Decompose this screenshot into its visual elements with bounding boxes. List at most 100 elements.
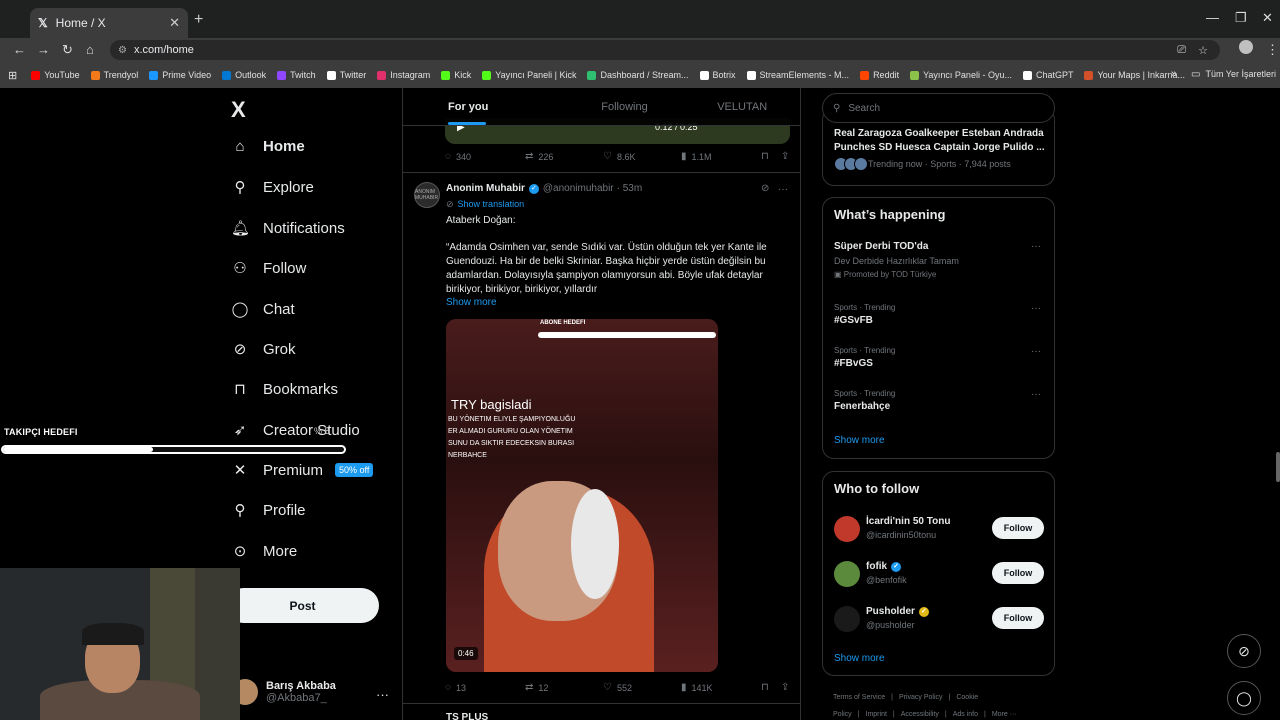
bookmark-item[interactable]: Reddit [860, 70, 899, 80]
trend-item[interactable]: Süper Derbi TOD'da Dev Derbide Hazırlıkl… [834, 241, 1049, 279]
tweet-more-icon[interactable]: ··· [778, 184, 788, 195]
views-button[interactable]: ▮ 141K [681, 682, 761, 693]
star-icon[interactable]: ☆ [1198, 44, 1208, 57]
views-button[interactable]: ▮ 1.1M [681, 151, 761, 162]
show-more-trends[interactable]: Show more [834, 435, 885, 446]
tab-for-you[interactable]: For you [403, 88, 566, 125]
bookmark-item[interactable]: ChatGPT [1022, 70, 1073, 80]
forward-icon[interactable]: → [37, 42, 50, 57]
tweet-video[interactable]: ABONE HEDEFI TRY bagisladi BU YÖNETIM EL… [446, 319, 718, 672]
follow-button[interactable]: Follow [992, 607, 1044, 629]
account-more-icon[interactable]: ··· [376, 687, 389, 702]
browser-tab[interactable]: 𝕏 Home / X ✕ [30, 8, 188, 38]
reload-icon[interactable]: ↻ [62, 42, 73, 58]
bookmark-item[interactable]: Twitch [277, 70, 316, 80]
bookmark-item[interactable]: Outlook [222, 70, 266, 80]
trend-more-icon[interactable]: ··· [1031, 303, 1041, 314]
bookmark-item[interactable]: Kick [441, 70, 471, 80]
avatar[interactable] [834, 516, 860, 542]
sidebar-item-profile[interactable]: ⚲ Profile [231, 501, 306, 520]
footer-link[interactable]: Privacy Policy [899, 694, 943, 701]
repost-button[interactable]: ⇄ 12 [525, 682, 603, 693]
tab-following[interactable]: Following [566, 88, 684, 125]
share-button[interactable]: ⇪ [781, 682, 794, 693]
messages-fab-icon[interactable]: ◯ [1227, 681, 1261, 715]
bookmark-item[interactable]: Dashboard / Stream... [587, 70, 689, 80]
restore-icon[interactable]: ❐ [1235, 10, 1247, 26]
repost-button[interactable]: ⇄ 226 [525, 151, 603, 162]
search-input[interactable]: ⚲ Search [822, 93, 1055, 123]
show-more-follow[interactable]: Show more [834, 653, 885, 664]
bookmark-button[interactable]: ⊓ [761, 151, 781, 162]
sidebar-item-grok[interactable]: ⊘ Grok [231, 340, 296, 359]
like-button[interactable]: ♡ 552 [603, 682, 681, 693]
sidebar-item-bookmarks[interactable]: ⊓ Bookmarks [231, 380, 338, 399]
trend-item[interactable]: Sports · Trending #FBvGS ··· [834, 346, 1049, 369]
trend-more-icon[interactable]: ··· [1031, 241, 1041, 252]
bookmark-item[interactable]: Instagram [377, 70, 430, 80]
footer-link[interactable]: Accessibility [901, 711, 939, 718]
tab-velutan[interactable]: VELUTAN [683, 88, 800, 125]
bookmark-button[interactable]: ⊓ [761, 682, 781, 693]
sidebar-item-more[interactable]: ⊙ More [231, 542, 297, 561]
cast-icon[interactable]: ⎚ [1177, 44, 1186, 57]
bookmark-item[interactable]: Yayıncı Paneli | Kick [482, 70, 576, 80]
new-tab-icon[interactable]: + [194, 11, 203, 29]
show-translation-link[interactable]: ⊘ Show translation [446, 199, 524, 210]
x-logo[interactable]: X [231, 97, 246, 123]
avatar[interactable] [834, 561, 860, 587]
scrollbar-thumb[interactable] [1276, 452, 1280, 482]
sidebar-item-creator-studio[interactable]: ➶ Creator Studio [231, 421, 360, 440]
bookmark-item[interactable]: Botrix [699, 70, 736, 80]
tweet-author-name[interactable]: Anonim Muhabir [446, 183, 525, 194]
trend-item[interactable]: Sports · Trending Fenerbahçe ··· [834, 389, 1049, 412]
sidebar-item-follow[interactable]: ⚇ Follow [231, 259, 306, 278]
address-bar[interactable]: ⚙ x.com/home ⎚ ☆ [110, 40, 1220, 60]
trend-more-icon[interactable]: ··· [1031, 389, 1041, 400]
profile-avatar-icon[interactable] [1239, 40, 1253, 54]
bookmark-item[interactable]: Trendyol [90, 70, 138, 80]
sidebar-item-notifications[interactable]: 🔔︎ Notifications [231, 219, 345, 238]
follow-button[interactable]: Follow [992, 517, 1044, 539]
post-button[interactable]: Post [226, 588, 379, 623]
follow-suggestion[interactable]: Pusholder ✓ @pusholder Follow [834, 604, 1046, 634]
sidebar-item-explore[interactable]: ⚲ Explore [231, 178, 314, 197]
footer-link[interactable]: Terms of Service [833, 694, 885, 701]
all-bookmarks[interactable]: Tüm Yer İşaretleri [1205, 69, 1276, 79]
share-button[interactable]: ⇪ [781, 151, 794, 162]
tweet-author-handle[interactable]: @anonimuhabir [543, 183, 614, 194]
sidebar-item-premium[interactable]: ✕ Premium 50% off [231, 461, 374, 479]
bookmark-item[interactable]: Yayıncı Paneli - Oyu... [910, 70, 1012, 80]
tweet-avatar[interactable]: ANONIM MUHABIR [414, 182, 440, 208]
show-more-link[interactable]: Show more [446, 297, 497, 308]
footer-link[interactable]: Ads info [953, 711, 978, 718]
bookmark-item[interactable]: Prime Video [149, 70, 211, 80]
footer-link[interactable]: Imprint [866, 711, 887, 718]
grok-icon[interactable]: ⊘ [761, 183, 769, 194]
site-info-icon[interactable]: ⚙ [118, 45, 127, 56]
grok-fab-icon[interactable]: ⊘ [1227, 634, 1261, 668]
back-icon[interactable]: ← [13, 42, 26, 57]
trend-more-icon[interactable]: ··· [1031, 346, 1041, 357]
trend-item[interactable]: Sports · Trending #GSvFB ··· [834, 303, 1049, 326]
tweet-time[interactable]: · 53m [617, 183, 643, 194]
follow-button[interactable]: Follow [992, 562, 1044, 584]
bookmark-item[interactable]: Twitter [326, 70, 366, 80]
footer-link[interactable]: More ··· [992, 711, 1017, 718]
close-window-icon[interactable]: ✕ [1262, 10, 1273, 26]
more-bookmarks-icon[interactable]: » [1171, 68, 1177, 80]
apps-icon[interactable]: ⊞ [8, 69, 17, 82]
close-tab-icon[interactable]: ✕ [169, 15, 180, 31]
reply-button[interactable]: ◌ 340 [445, 151, 525, 162]
sidebar-item-home[interactable]: ⌂ Home [231, 138, 304, 155]
account-switcher[interactable]: Barış Akbaba @Akbaba7_ [232, 679, 336, 705]
bookmark-item[interactable]: YouTube [31, 70, 80, 80]
bookmark-item[interactable]: StreamElements - M... [746, 70, 849, 80]
home-browser-icon[interactable]: ⌂ [86, 42, 94, 57]
sidebar-item-chat[interactable]: ◯ Chat [231, 300, 295, 319]
menu-icon[interactable]: ⋮ [1266, 42, 1279, 58]
follow-suggestion[interactable]: İcardi'nin 50 Tonu @icardinin50tonu Follow [834, 514, 1046, 544]
follow-suggestion[interactable]: fofik ✓ @benfofik Follow [834, 559, 1046, 589]
next-tweet-author[interactable]: TS PLUS [446, 712, 488, 720]
reply-button[interactable]: ◌ 13 [445, 682, 525, 693]
